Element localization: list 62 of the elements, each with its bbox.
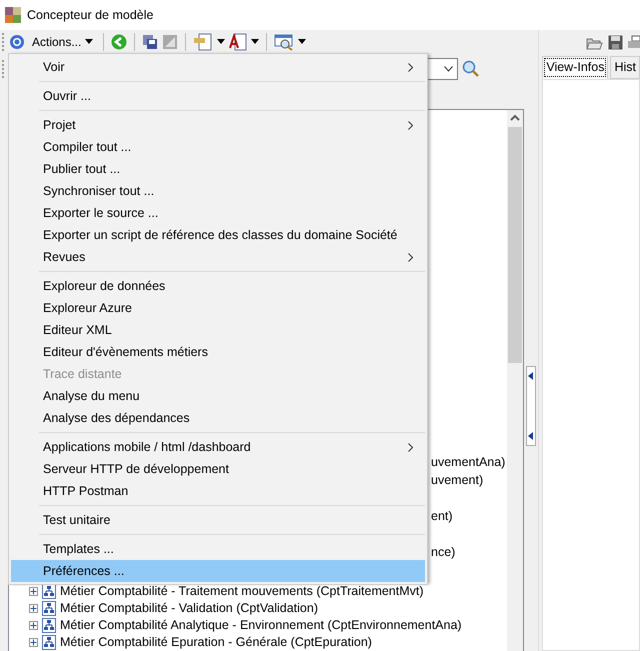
hierarchy-icon [42,584,56,599]
search-icon[interactable] [462,60,480,78]
menu-item[interactable]: Templates ... [11,538,425,560]
menu-item: Trace distante [42,366,123,383]
menu-item[interactable]: Editeur d'évènements métiers [11,341,425,363]
menu-item[interactable]: Exploreur de données [11,275,425,297]
tab[interactable]: Hist [610,56,640,79]
menu-item[interactable]: Projet [11,114,425,136]
tree-item[interactable]: Métier Comptabilité Epuration - Générale (CptEpuration) [60,633,372,651]
menu-item[interactable]: Préférences ... [11,560,425,582]
expand-toggle[interactable] [29,587,38,596]
menu-item[interactable]: Analyse du menu [11,385,425,407]
hierarchy-icon [42,601,56,616]
window-title: Concepteur de modèle [27,6,154,24]
caret-icon [85,39,94,44]
menu-item[interactable]: Compiler tout ... [11,136,425,158]
expand-toggle[interactable] [29,638,38,647]
expand-toggle[interactable] [29,621,38,630]
hierarchy-icon [42,618,56,633]
menu-item[interactable]: Exploreur Azure [11,297,425,319]
chevron-down-icon[interactable] [444,66,453,72]
left-arrow-icon[interactable] [528,372,534,380]
tree-item[interactable]: Métier Comptabilité - Validation (CptValidation) [60,599,318,618]
app-icon [5,7,21,23]
tree-item-text: ent) [431,508,453,525]
tree-item[interactable]: Métier Comptabilité - Traitement mouvements (CptTraitementMvt) [60,582,424,601]
folder-icon[interactable] [586,36,603,50]
save-icon [162,34,178,50]
tab[interactable]: View-Infos [542,56,608,79]
menu-item[interactable]: Synchroniser tout ... [11,180,425,202]
tree-item-text: uvement) [431,472,484,489]
menu-item[interactable]: Voir [11,56,425,78]
left-arrow-icon[interactable] [528,432,534,440]
menu-item[interactable]: HTTP Postman [11,480,425,502]
menu-item[interactable]: Applications mobile / html /dashboard [11,436,425,458]
save-all-icon[interactable] [142,34,158,50]
menu-item[interactable]: Serveur HTTP de développement [11,458,425,480]
menu-item[interactable]: Exporter le source ... [11,202,425,224]
tree-item-text: nce) [431,544,456,561]
menu-item[interactable]: Revues [11,246,425,268]
menu-item[interactable]: Editeur XML [11,319,425,341]
collapse-panel[interactable] [526,366,536,446]
tree-item[interactable]: Métier Comptabilité Analytique - Environnement (CptEnvironnementAna) [60,616,462,635]
window-search-icon[interactable] [274,32,294,50]
menu-item[interactable]: Ouvrir ... [11,85,425,107]
menu-item[interactable]: Test unitaire [11,509,425,531]
caret-icon[interactable] [251,39,260,44]
tree-item-text: uvementAna) [431,454,506,471]
circle-icon[interactable] [9,34,25,50]
font-document-icon[interactable] [229,32,248,50]
printer-icon[interactable] [628,35,640,50]
save-icon[interactable] [608,35,623,50]
expand-toggle[interactable] [29,604,38,613]
scroll-icon[interactable] [193,32,214,50]
scrollbar[interactable] [506,110,523,651]
scroll-thumb[interactable] [508,127,522,363]
menu-item[interactable]: Exporter un script de référence des classes du domaine Société [11,224,425,246]
caret-icon[interactable] [298,39,306,44]
caret-icon[interactable] [217,39,226,44]
menu-item[interactable]: Publier tout ... [11,158,425,180]
menu-item[interactable]: Analyse des dépendances [11,407,425,429]
actions-dropdown-button[interactable]: Actions... [29,32,96,50]
